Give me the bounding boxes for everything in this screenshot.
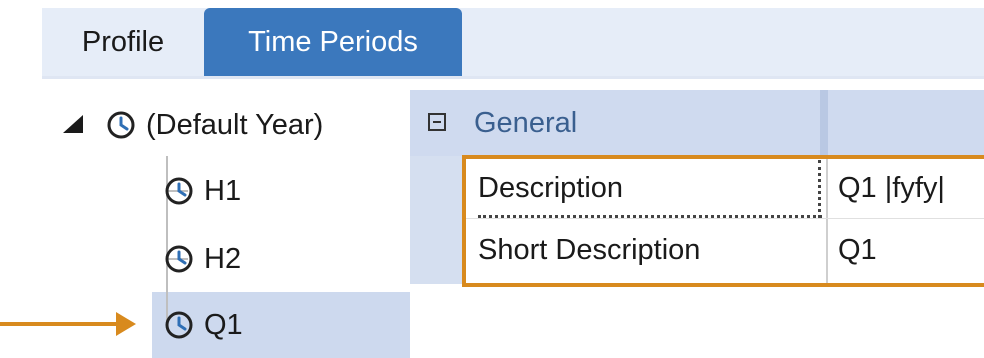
category-label: General [474, 106, 578, 139]
tree-node-h1[interactable]: H1 [164, 168, 241, 214]
annotation-highlight-box [462, 155, 984, 287]
tree-node-label: H1 [204, 174, 242, 207]
annotation-arrow-shaft [0, 322, 122, 326]
tree-node-label: H2 [204, 242, 242, 275]
tab-profile[interactable]: Profile [42, 8, 204, 76]
annotation-arrow-icon [116, 312, 136, 336]
tab-time-periods-label: Time Periods [248, 25, 418, 58]
clock-icon [164, 244, 194, 274]
clock-icon [164, 176, 194, 206]
tree-node-q1[interactable]: Q1 [164, 302, 243, 348]
tab-profile-label: Profile [81, 25, 165, 58]
header-column-splitter[interactable] [820, 90, 828, 156]
tree-node-default-year[interactable]: (Default Year) [62, 102, 323, 148]
clock-icon [164, 310, 194, 340]
collapse-minus-icon[interactable] [428, 113, 446, 131]
time-period-tree: (Default Year) H1 H2 Q1 [42, 90, 410, 358]
category-header-general[interactable]: General [410, 90, 984, 156]
tab-bar: Profile Time Periods [42, 8, 984, 76]
tree-node-label: Q1 [204, 308, 243, 341]
tab-bar-divider [42, 76, 984, 79]
tab-time-periods[interactable]: Time Periods [204, 8, 462, 76]
tree-node-h2[interactable]: H2 [164, 236, 241, 282]
clock-icon [106, 110, 136, 140]
expand-triangle-icon[interactable] [62, 109, 86, 142]
tree-node-label: (Default Year) [146, 108, 324, 141]
